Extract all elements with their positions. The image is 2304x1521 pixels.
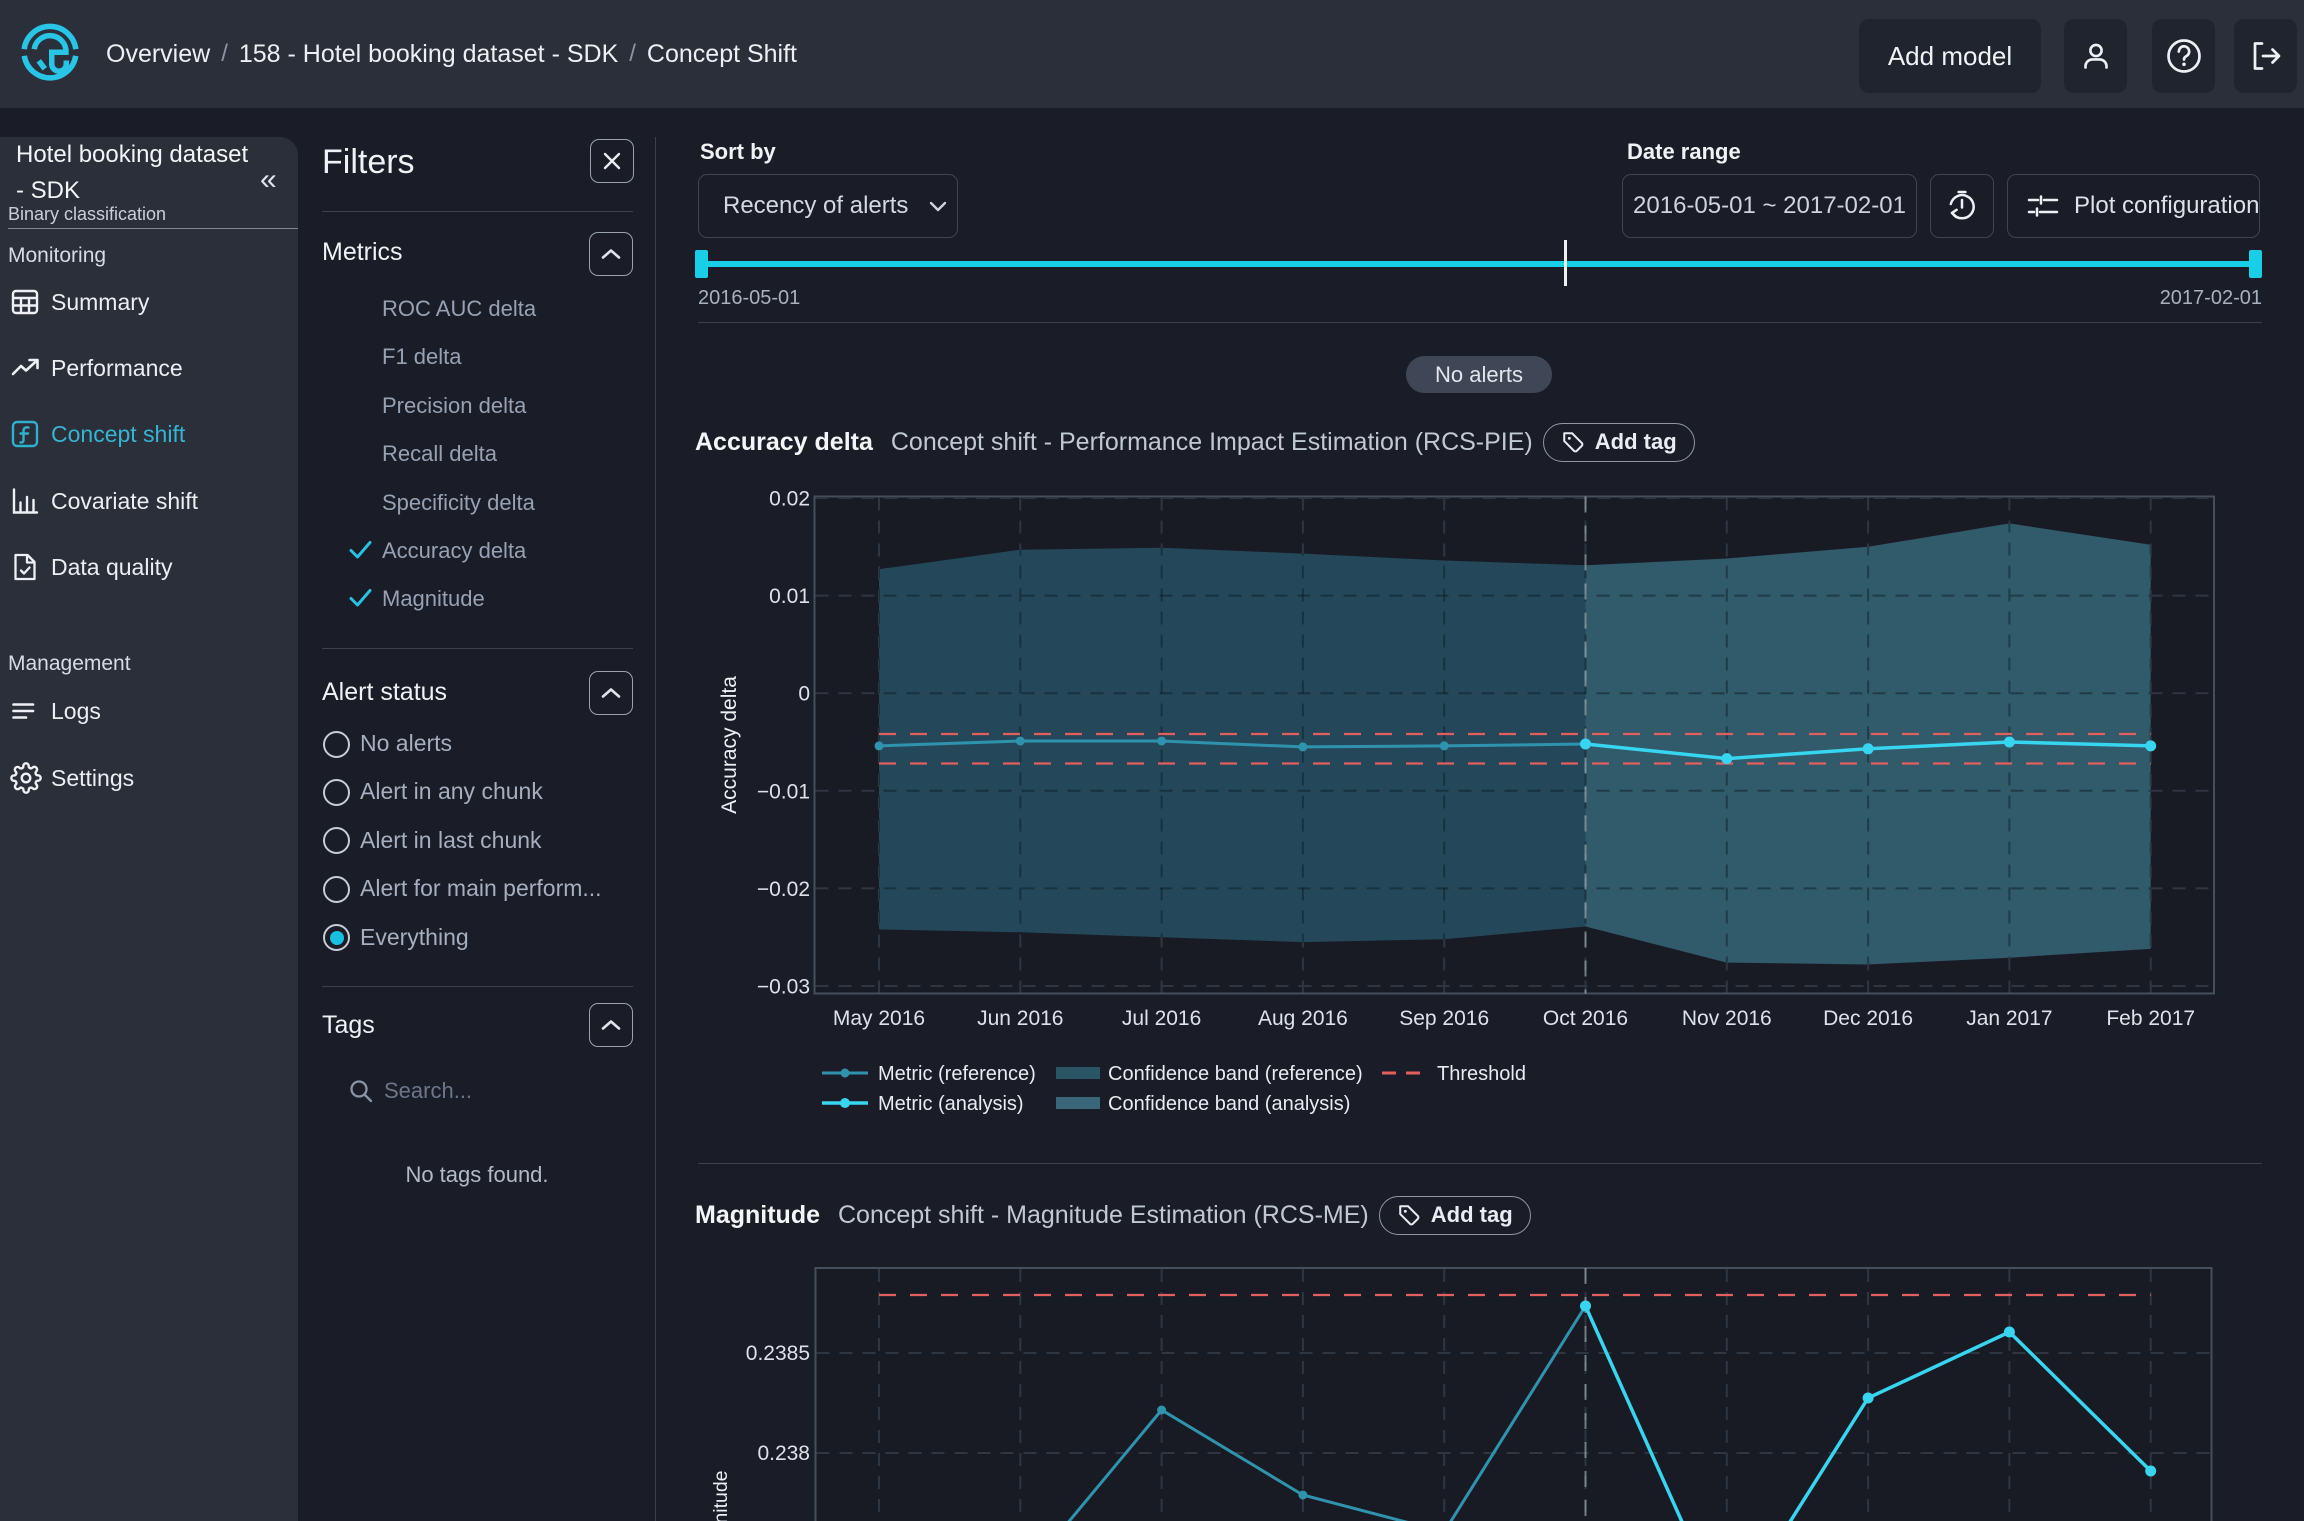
svg-text:May 2016: May 2016 — [833, 1007, 925, 1030]
svg-text:Confidence band (reference): Confidence band (reference) — [1108, 1063, 1363, 1085]
svg-text:0.01: 0.01 — [769, 585, 810, 608]
svg-text:Accuracy delta: Accuracy delta — [718, 676, 741, 814]
svg-text:Dec 2016: Dec 2016 — [1823, 1007, 1913, 1030]
svg-text:Jun 2016: Jun 2016 — [977, 1007, 1063, 1030]
svg-text:Metric (analysis): Metric (analysis) — [878, 1093, 1024, 1115]
svg-text:Jul 2016: Jul 2016 — [1122, 1007, 1201, 1030]
svg-text:−0.03: −0.03 — [757, 976, 810, 999]
svg-text:Nov 2016: Nov 2016 — [1682, 1007, 1772, 1030]
svg-text:Metric (reference): Metric (reference) — [878, 1063, 1036, 1085]
svg-text:0.02: 0.02 — [769, 488, 810, 511]
svg-text:Magnitude: Magnitude — [710, 1470, 732, 1521]
svg-text:−0.02: −0.02 — [757, 878, 810, 901]
svg-text:Oct 2016: Oct 2016 — [1543, 1007, 1628, 1030]
svg-text:0: 0 — [798, 683, 810, 706]
svg-text:Aug 2016: Aug 2016 — [1258, 1007, 1348, 1030]
svg-text:Jan 2017: Jan 2017 — [1966, 1007, 2052, 1030]
svg-text:0.238: 0.238 — [757, 1442, 810, 1465]
svg-text:0.2385: 0.2385 — [746, 1342, 810, 1365]
svg-text:Confidence band (analysis): Confidence band (analysis) — [1108, 1093, 1350, 1115]
svg-text:Threshold: Threshold — [1437, 1063, 1526, 1085]
svg-text:−0.01: −0.01 — [757, 780, 810, 803]
svg-text:Sep 2016: Sep 2016 — [1399, 1007, 1489, 1030]
svg-text:Feb 2017: Feb 2017 — [2106, 1007, 2195, 1030]
